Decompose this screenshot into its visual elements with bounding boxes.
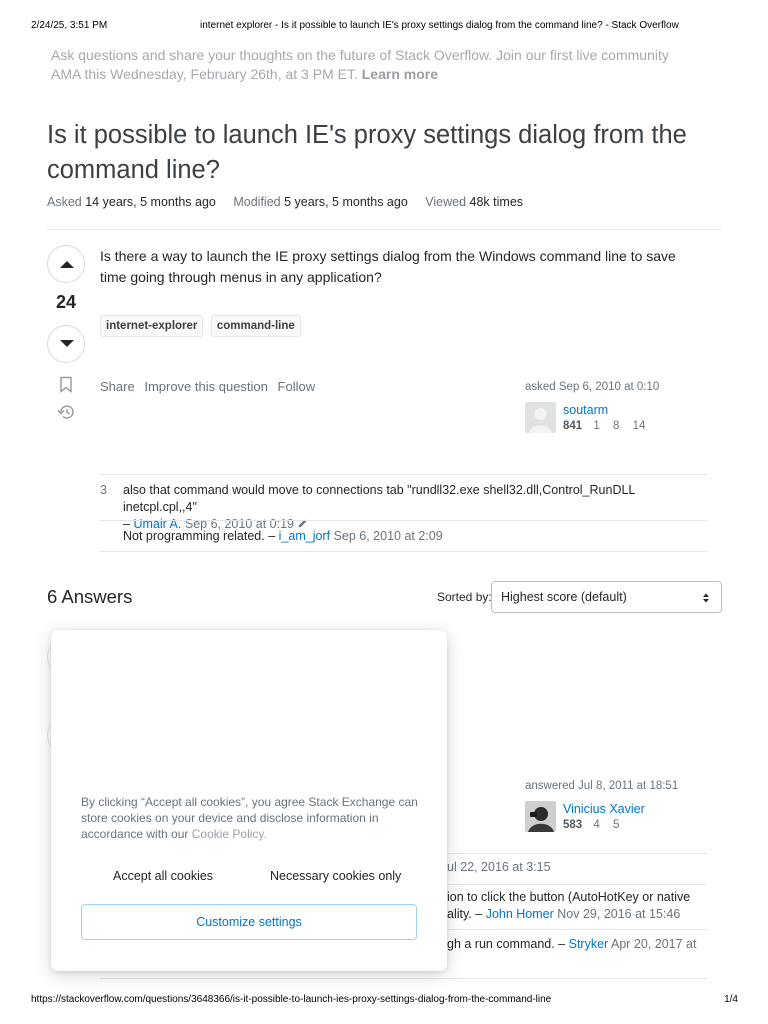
user-silhouette-icon (525, 402, 556, 433)
improve-question-link[interactable]: Improve this question (144, 379, 268, 394)
tag-list: internet-explorer command-line (100, 315, 304, 337)
answerer-card: answered Jul 8, 2011 at 18:51 Vinicius X… (525, 780, 715, 832)
comment-score: 3 (100, 483, 107, 497)
arrow-up-icon (60, 261, 74, 268)
announcement-text: Ask questions and share your thoughts on… (51, 47, 669, 82)
announcement-banner: Ask questions and share your thoughts on… (51, 46, 701, 84)
silver-badges: 8 (613, 420, 620, 432)
comment-user[interactable]: John Homer (486, 907, 554, 921)
cookie-consent-dialog: By clicking “Accept all cookies”, you ag… (51, 630, 447, 971)
gold-badges: 1 (593, 420, 600, 432)
meta-viewed: Viewed 48k times (425, 195, 524, 209)
accept-all-cookies-button[interactable]: Accept all cookies (113, 869, 213, 883)
sort-chevrons-icon (703, 593, 709, 603)
comment-user[interactable]: i_am_jorf (279, 529, 330, 543)
comment-divider (100, 520, 707, 521)
vote-count: 24 (55, 292, 77, 312)
asker-card: asked Sep 6, 2010 at 0:10 soutarm 841 1 … (525, 381, 715, 433)
arrow-down-icon (60, 340, 74, 347)
asker-reputation: 841 1 8 14 (563, 420, 645, 432)
asker-name[interactable]: soutarm (563, 403, 608, 417)
print-datetime: 2/24/25, 3:51 PM (31, 20, 108, 31)
learn-more-link[interactable]: Learn more (362, 66, 438, 82)
meta-modified[interactable]: Modified 5 years, 5 months ago (233, 195, 411, 209)
customize-settings-button[interactable]: Customize settings (81, 904, 417, 940)
sort-value: Highest score (default) (501, 590, 627, 604)
upvote-button[interactable] (47, 245, 85, 283)
comment-divider (100, 551, 707, 552)
share-link[interactable]: Share (100, 379, 135, 394)
comment-date[interactable]: Apr 20, 2017 at (611, 937, 696, 951)
comment-text: Not programming related. (123, 529, 265, 543)
bronze-badges: 5 (613, 819, 620, 831)
cookie-consent-text: By clicking “Accept all cookies”, you ag… (81, 795, 418, 841)
bronze-badges: 14 (632, 420, 646, 432)
bookmark-icon[interactable] (59, 376, 73, 393)
comment-partial: ul 22, 2016 at 3:15 (447, 860, 551, 874)
sort-select[interactable]: Highest score (default) (491, 581, 722, 613)
downvote-button[interactable] (47, 325, 85, 363)
print-url: https://stackoverflow.com/questions/3648… (31, 994, 552, 1005)
comment-body: Not programming related. – i_am_jorf Sep… (123, 529, 443, 543)
comment-body: also that command would move to connecti… (123, 483, 635, 531)
divider (47, 229, 721, 230)
answerer-name[interactable]: Vinicius Xavier (563, 802, 645, 816)
silver-badges: 4 (593, 819, 600, 831)
follow-link[interactable]: Follow (278, 379, 316, 394)
necessary-cookies-button[interactable]: Necessary cookies only (270, 869, 401, 883)
avatar[interactable] (525, 801, 556, 832)
sort-label: Sorted by: (437, 590, 492, 604)
user-photo-icon (525, 801, 556, 832)
comment-partial: gh a run command. – Stryker Apr 20, 2017… (447, 937, 697, 951)
comment-partial: ality. – John Homer Nov 29, 2016 at 15:4… (447, 907, 681, 921)
answerer-reputation: 583 4 5 (563, 819, 619, 831)
comment-text: also that command would move to connecti… (123, 483, 635, 514)
history-icon[interactable] (56, 403, 76, 421)
question-meta: Asked 14 years, 5 months ago Modified 5 … (47, 195, 537, 209)
tag-internet-explorer[interactable]: internet-explorer (100, 315, 204, 337)
asked-timestamp[interactable]: asked Sep 6, 2010 at 0:10 (525, 381, 715, 393)
avatar[interactable] (525, 402, 556, 433)
comment-partial: ion to click the button (AutoHotKey or n… (447, 890, 691, 904)
answered-timestamp[interactable]: answered Jul 8, 2011 at 18:51 (525, 780, 715, 792)
reputation-score: 583 (563, 819, 583, 831)
cookie-policy-link[interactable]: Cookie Policy. (192, 827, 267, 841)
comment-date[interactable]: Nov 29, 2016 at 15:46 (557, 907, 680, 921)
question-title[interactable]: Is it possible to launch IE's proxy sett… (47, 118, 727, 188)
comment-divider (100, 474, 707, 475)
tag-command-line[interactable]: command-line (210, 315, 301, 337)
meta-asked: Asked 14 years, 5 months ago (47, 195, 216, 209)
question-body: Is there a way to launch the IE proxy se… (100, 248, 676, 285)
comment-date[interactable]: Sep 6, 2010 at 2:09 (334, 529, 443, 543)
comment-divider (100, 978, 707, 979)
comment-user[interactable]: Stryker (569, 937, 609, 951)
print-page-title: internet explorer - Is it possible to la… (200, 20, 679, 31)
reputation-score: 841 (563, 420, 583, 432)
print-page-number: 1/4 (724, 994, 738, 1005)
post-menu: Share Improve this question Follow (100, 379, 321, 394)
answers-heading: 6 Answers (47, 586, 133, 607)
